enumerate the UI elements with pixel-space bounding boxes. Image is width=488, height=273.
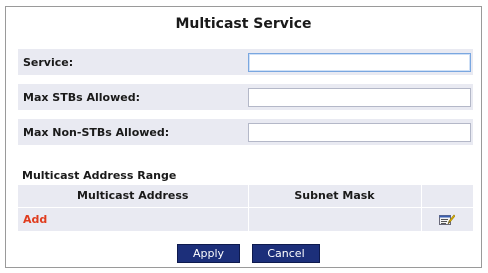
- table-row: Add: [18, 206, 473, 231]
- service-input[interactable]: [248, 53, 471, 72]
- service-label: Service:: [23, 56, 74, 69]
- add-link[interactable]: Add: [18, 213, 47, 226]
- action-cell: [421, 206, 473, 231]
- max-non-stbs-input[interactable]: [248, 123, 471, 142]
- edit-note-icon[interactable]: [439, 213, 456, 226]
- max-non-stbs-label: Max Non-STBs Allowed:: [23, 126, 170, 139]
- cancel-button[interactable]: Cancel: [252, 244, 320, 263]
- column-header-actions: [421, 185, 473, 207]
- apply-button[interactable]: Apply: [177, 244, 240, 263]
- max-stbs-input[interactable]: [248, 88, 471, 107]
- add-cell: Add: [18, 206, 249, 231]
- max-stbs-label: Max STBs Allowed:: [23, 91, 140, 104]
- column-header-multicast-address: Multicast Address: [18, 185, 249, 207]
- max-stbs-row: Max STBs Allowed:: [18, 84, 473, 112]
- service-row: Service:: [18, 49, 473, 77]
- column-header-subnet-mask: Subnet Mask: [248, 185, 422, 207]
- page-title: Multicast Service: [175, 16, 312, 32]
- multicast-service-panel: Multicast Service Service: Max STBs Allo…: [5, 6, 482, 268]
- address-range-title: Multicast Address Range: [22, 169, 177, 182]
- max-non-stbs-row: Max Non-STBs Allowed:: [18, 119, 473, 147]
- table-header-row: Multicast Address Subnet Mask: [18, 185, 473, 207]
- address-range-table: Multicast Address Subnet Mask Add: [18, 185, 473, 231]
- subnet-mask-cell: [248, 206, 422, 231]
